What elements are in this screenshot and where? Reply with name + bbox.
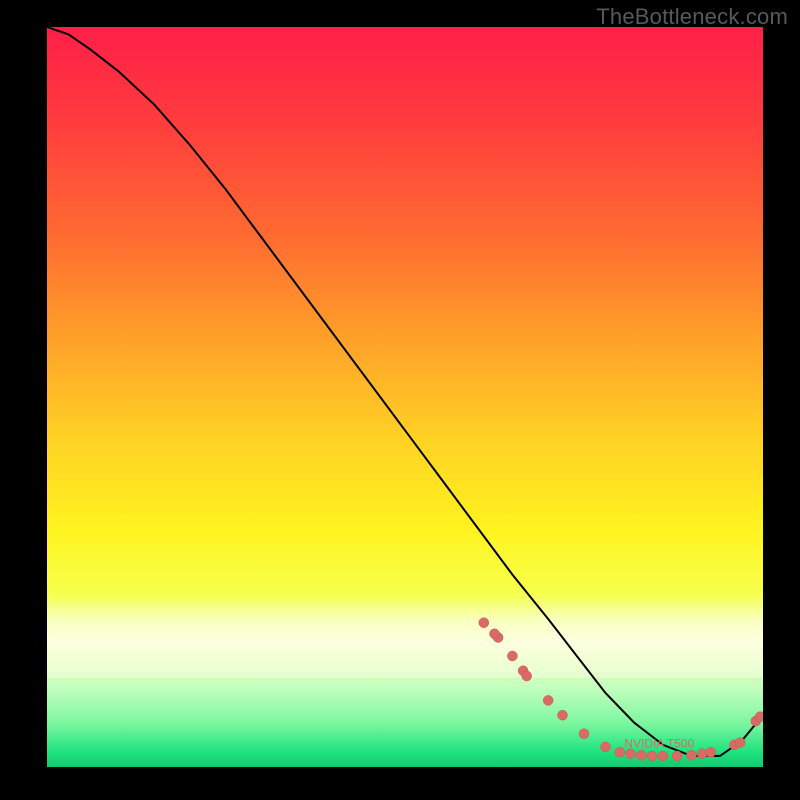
data-marker (658, 751, 668, 761)
data-marker (735, 738, 745, 748)
data-marker (615, 747, 625, 757)
data-marker (558, 710, 568, 720)
data-marker (579, 729, 589, 739)
data-marker (697, 749, 707, 759)
data-marker (706, 747, 716, 757)
chart-svg: NVIDIA T500 (47, 27, 763, 767)
data-marker (522, 671, 532, 681)
bottleneck-curve (47, 27, 763, 756)
data-marker (507, 651, 517, 661)
chart-container: TheBottleneck.com NVIDIA T500 (0, 0, 800, 800)
plot-area: NVIDIA T500 (47, 27, 763, 767)
data-marker (755, 712, 763, 722)
watermark-text: TheBottleneck.com (596, 4, 788, 30)
data-marker (636, 750, 646, 760)
data-marker (601, 742, 611, 752)
data-marker (479, 618, 489, 628)
data-markers (479, 618, 763, 761)
data-marker (672, 751, 682, 761)
data-marker (686, 750, 696, 760)
data-marker (490, 629, 500, 639)
data-marker (543, 695, 553, 705)
marker-label: NVIDIA T500 (624, 737, 694, 751)
data-marker (647, 751, 657, 761)
